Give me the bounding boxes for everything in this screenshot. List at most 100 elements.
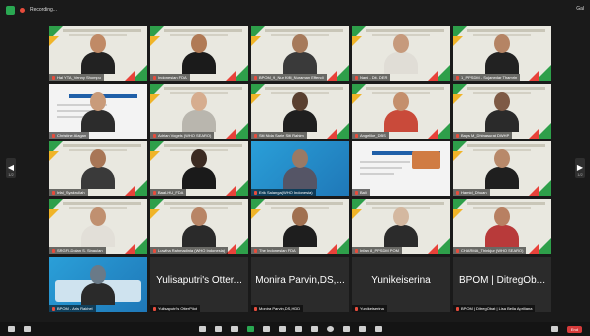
- background-decor: [125, 186, 135, 197]
- chat-button[interactable]: [231, 326, 239, 332]
- participant-tile[interactable]: Yunikeiserina Yunikeiserina: [352, 256, 450, 312]
- background-banner: [164, 202, 242, 206]
- slide-image: [412, 151, 440, 170]
- participant-display-name: Yunikeiserina: [371, 274, 431, 286]
- next-page-button[interactable]: ▶ 1/2: [575, 158, 585, 178]
- share-screen-button[interactable]: [247, 326, 255, 332]
- participant-video: [81, 91, 115, 132]
- participants-button[interactable]: [215, 326, 223, 332]
- prev-page-button[interactable]: ◀ 1/2: [6, 158, 16, 178]
- participant-video: [283, 207, 317, 248]
- mic-button[interactable]: [8, 326, 15, 332]
- participant-name: Hal YTA_Venny Shompu: [57, 75, 101, 80]
- share-screen-icon: [247, 326, 255, 332]
- participant-tile[interactable]: Bays M_Dhinasurat DWHP: [453, 83, 551, 139]
- participant-tile[interactable]: Baal-HU_FDA: [150, 141, 248, 197]
- reactions-button[interactable]: [327, 326, 335, 332]
- end-meeting-button[interactable]: End: [566, 325, 582, 333]
- participant-tile[interactable]: Christine Alagan: [49, 83, 147, 139]
- participant-name: Bali: [360, 190, 367, 196]
- participant-name-label: Yulisaputri's OtterPilot: [150, 304, 201, 312]
- participant-video: [182, 34, 216, 74]
- whiteboard-button[interactable]: [359, 326, 367, 332]
- participant-tile[interactable]: Angelike_DBS: [352, 83, 450, 139]
- participant-tile[interactable]: Monira Parvin,DS,... Monira Parvin,DS,HDD: [251, 256, 349, 312]
- participant-tile[interactable]: Indonesian FDA: [150, 26, 248, 81]
- background-banner: [467, 144, 545, 148]
- participant-video: [283, 91, 317, 132]
- chevron-left-icon: ◀: [7, 163, 15, 172]
- participant-name-label: Baal-HU_FDA: [150, 189, 187, 197]
- participant-name: SRGFI-Dolan S. Sinaulan: [57, 248, 103, 254]
- video-button[interactable]: [24, 326, 31, 332]
- recording-status[interactable]: Recording...: [30, 7, 57, 13]
- participant-tile[interactable]: BPOM_9_Nur Kifli_Nuraman Effendi: [251, 26, 349, 81]
- participant-tile[interactable]: The Indonesian FDA: [251, 199, 349, 255]
- record-button[interactable]: [295, 326, 303, 332]
- participant-tile[interactable]: Siti Nida Sarie Siti Rahim: [251, 83, 349, 139]
- participant-tile[interactable]: Yulisaputri's Otter... Yulisaputri's Otte…: [150, 256, 248, 312]
- mic-muted-icon: [355, 249, 358, 253]
- background-decor: [49, 209, 59, 220]
- mic-muted-icon: [52, 191, 55, 196]
- participant-tile[interactable]: Nani - Dit. DER: [352, 26, 450, 81]
- background-decor: [226, 128, 236, 139]
- sparkle-button[interactable]: [279, 326, 287, 332]
- view-button[interactable]: Gal: [576, 6, 584, 12]
- summary-button[interactable]: [263, 326, 271, 332]
- participant-video: [81, 207, 115, 248]
- participant-tile[interactable]: CHARMA_Thinkjur (WHO SEARO): [453, 199, 551, 255]
- participant-name-label: BPOM_9_Nur Kifli_Nuraman Effendi: [251, 74, 327, 81]
- participant-tile[interactable]: Erik Salanga(WHO Indonesia): [251, 141, 349, 197]
- participant-name: Baal-HU_FDA: [158, 190, 184, 196]
- participant-name: CHARMA_Thinkjur (WHO SEARO): [461, 248, 524, 254]
- page-indicator-right: 1/2: [577, 172, 583, 177]
- participant-tile[interactable]: Infan 8_PPSDM POM: [352, 199, 450, 255]
- participant-video: [182, 149, 216, 190]
- background-decor: [428, 128, 438, 139]
- participant-tile[interactable]: Bali: [352, 141, 450, 197]
- more-button[interactable]: [550, 326, 558, 332]
- participant-tile[interactable]: BPOM | DitregOb... BPOM | DitregObat | Li…: [453, 256, 551, 312]
- participant-video: [283, 34, 317, 74]
- participant-tile[interactable]: Hamid_Dhuan: [453, 141, 551, 197]
- participant-name-label: Indonesian FDA: [150, 74, 190, 81]
- background-decor: [428, 71, 438, 81]
- shield-icon: [199, 326, 207, 332]
- participant-video: [283, 149, 317, 190]
- participant-tile[interactable]: Hal YTA_Venny Shompu: [49, 26, 147, 81]
- mic-muted-icon: [456, 133, 459, 138]
- participant-tile[interactable]: Adrian Vogels (WHO SEARO): [150, 83, 248, 139]
- shield-button[interactable]: [199, 326, 207, 332]
- gallery-grid: Hal YTA_Venny Shompu Indonesian FDA BPOM_9…: [49, 26, 551, 316]
- participant-name-label: Hal YTA_Venny Shompu: [49, 74, 104, 81]
- participant-video: [81, 149, 115, 190]
- notes-button[interactable]: [375, 326, 383, 332]
- background-decor: [352, 93, 362, 104]
- participant-video: [384, 207, 418, 248]
- background-decor: [251, 36, 261, 46]
- whiteboard-icon: [359, 326, 367, 332]
- background-decor: [529, 244, 539, 255]
- background-decor: [453, 36, 463, 46]
- mic-muted-icon: [153, 249, 156, 253]
- shield-icon[interactable]: [6, 5, 15, 15]
- participant-tile[interactable]: Luwiha Rahmadinia (WHO Indonesia): [150, 199, 248, 255]
- summary-icon: [263, 326, 271, 332]
- participant-tile[interactable]: Irfal_Syakrullah: [49, 141, 147, 197]
- participant-tile[interactable]: 1_PPSDM - Sujanedar Thamrin: [453, 26, 551, 81]
- apps-button[interactable]: [343, 326, 351, 332]
- participant-name-label: Infan 8_PPSDM POM: [352, 247, 402, 255]
- captions-button[interactable]: [311, 326, 319, 332]
- participant-tile[interactable]: BPOM - Aris Rakhel: [49, 256, 147, 312]
- background-decor: [428, 244, 438, 255]
- participant-name: Christine Alagan: [57, 132, 87, 138]
- participant-tile[interactable]: SRGFI-Dolan S. Sinaulan: [49, 199, 147, 255]
- background-decor: [49, 151, 59, 162]
- participant-name: Yulisaputri's OtterPilot: [158, 305, 198, 311]
- background-decor: [226, 71, 236, 81]
- mic-muted-icon: [153, 191, 156, 196]
- participant-name: Monira Parvin,DS,HDD: [259, 305, 301, 311]
- sparkle-icon: [279, 326, 287, 332]
- background-banner: [63, 144, 141, 148]
